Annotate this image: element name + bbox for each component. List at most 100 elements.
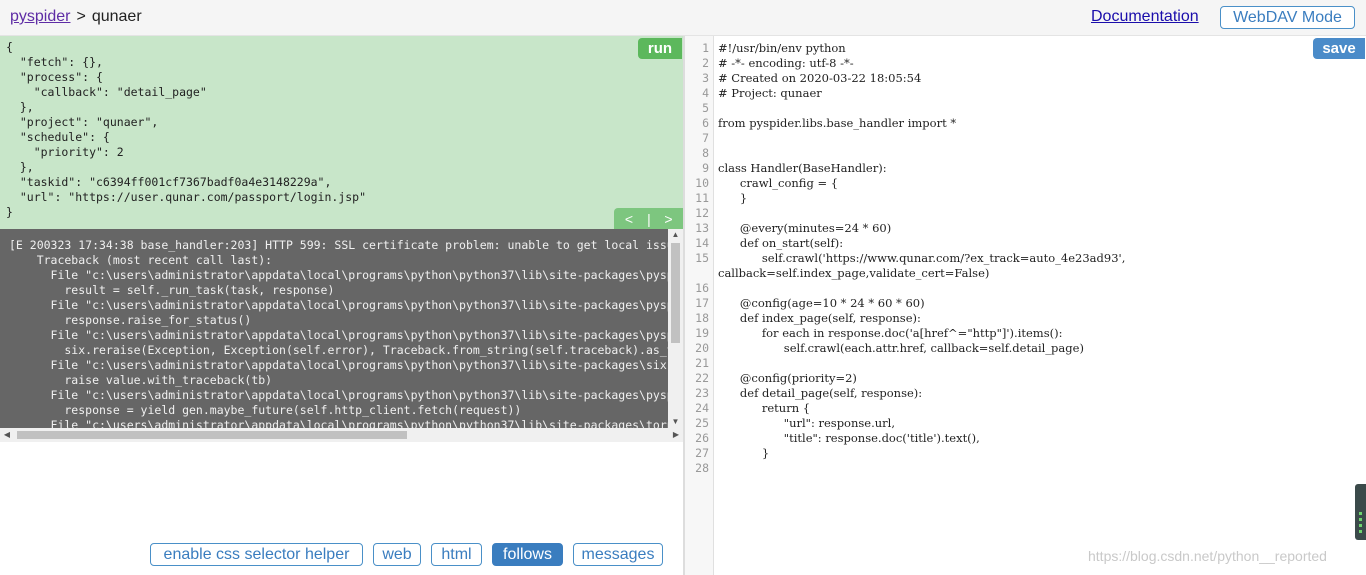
task-json-line: "taskid": "c6394ff001cf7367badf0a4e31482…: [6, 175, 332, 189]
breadcrumb: pyspider > qunaer: [10, 8, 142, 26]
line-number: 15: [695, 251, 709, 265]
line-number: 22: [695, 371, 709, 385]
line-number: 28: [695, 461, 709, 475]
tab-web[interactable]: web: [373, 543, 421, 566]
code-line: from pyspider.libs.base_handler import *: [718, 116, 957, 130]
webdav-mode-button[interactable]: WebDAV Mode: [1220, 6, 1355, 29]
watermark: https://blog.csdn.net/python__reported: [1088, 548, 1327, 564]
log-line: [E 200323 17:34:38 base_handler:203] HTT…: [9, 238, 668, 252]
code-line: self.crawl('https://www.qunar.com/?ex_tr…: [718, 251, 1126, 265]
code-line: # Created on 2020-03-22 18:05:54: [718, 71, 922, 85]
task-json-line: "project": "qunaer",: [6, 115, 159, 129]
scroll-down-arrow-icon[interactable]: ▼: [668, 416, 683, 428]
task-json-line: {: [6, 40, 13, 54]
log-line: raise value.with_traceback(tb): [9, 373, 273, 387]
code-line: self.crawl(each.attr.href, callback=self…: [718, 341, 1084, 355]
log-line: response = yield gen.maybe_future(self.h…: [9, 403, 522, 417]
side-widget-icon[interactable]: [1355, 484, 1366, 540]
line-number-gutter: 1 2 3 4 5 6 7 8 9 10 11 12 13 14 15 16 17 18 19 20 21 22 23 24 2…: [685, 36, 714, 575]
line-number: 10: [695, 176, 709, 190]
task-json-panel[interactable]: { "fetch": {}, "process": { "callback": …: [0, 36, 683, 229]
line-number: 8: [702, 146, 709, 160]
task-json-line: "priority": 2: [6, 145, 124, 159]
log-horizontal-scrollbar[interactable]: ◀ ▶: [0, 428, 683, 442]
line-number: 1: [702, 41, 709, 55]
code-line: def on_start(self):: [718, 236, 844, 250]
log-output-panel[interactable]: [E 200323 17:34:38 base_handler:203] HTT…: [0, 229, 668, 428]
scroll-left-arrow-icon[interactable]: ◀: [0, 428, 14, 442]
save-button[interactable]: save: [1313, 38, 1365, 59]
task-nav: < | >: [614, 208, 683, 229]
log-line: File "c:\users\administrator\appdata\loc…: [50, 328, 668, 342]
line-number: 7: [702, 131, 709, 145]
line-number: 6: [702, 116, 709, 130]
task-json-line: },: [6, 160, 34, 174]
code-line: return {: [718, 401, 811, 415]
line-number: 2: [702, 56, 709, 70]
log-vertical-scrollbar[interactable]: ▲ ▼: [668, 229, 683, 428]
line-number: 4: [702, 86, 709, 100]
log-line: File "c:\users\administrator\appdata\loc…: [50, 298, 668, 312]
tab-follows[interactable]: follows: [492, 543, 563, 566]
log-line: result = self._run_task(task, response): [9, 283, 335, 297]
top-header: pyspider > qunaer Documentation WebDAV Mod…: [0, 0, 1366, 36]
task-json-line: "fetch": {},: [6, 55, 103, 69]
code-line: @every(minutes=24 * 60): [718, 221, 892, 235]
breadcrumb-root-link[interactable]: pyspider: [10, 8, 70, 25]
code-line: def index_page(self, response):: [718, 311, 921, 325]
run-button[interactable]: run: [638, 38, 682, 59]
line-number: 26: [695, 431, 709, 445]
code-line: }: [718, 191, 748, 205]
breadcrumb-separator: >: [76, 8, 86, 25]
line-number: 25: [695, 416, 709, 430]
documentation-link[interactable]: Documentation: [1091, 8, 1199, 26]
code-line: }: [718, 446, 770, 460]
task-json-line: },: [6, 100, 34, 114]
line-number: 13: [695, 221, 709, 235]
log-line: six.reraise(Exception, Exception(self.er…: [64, 343, 668, 357]
line-number: 18: [695, 311, 709, 325]
code-line: # -*- encoding: utf-8 -*-: [718, 56, 854, 70]
log-line: File "c:\users\administrator\appdata\loc…: [50, 268, 668, 282]
code-line: "url": response.url,: [718, 416, 895, 430]
line-number: 23: [695, 386, 709, 400]
task-json-line: }: [6, 205, 13, 219]
line-number: 12: [695, 206, 709, 220]
log-line: response.raise_for_status(): [9, 313, 252, 327]
line-number: 9: [702, 161, 709, 175]
line-number: 19: [695, 326, 709, 340]
scroll-up-arrow-icon[interactable]: ▲: [668, 229, 683, 241]
code-line: #!/usr/bin/env python: [718, 41, 846, 55]
log-line: File "c:\users\administrator\appdata\loc…: [50, 388, 668, 402]
project-name: qunaer: [91, 8, 142, 25]
code-line: @config(priority=2): [718, 371, 857, 385]
code-line: "title": response.doc('title').text(),: [718, 431, 980, 445]
previous-task-button[interactable]: <: [614, 211, 644, 227]
tab-messages[interactable]: messages: [573, 543, 663, 566]
line-number: 14: [695, 236, 709, 250]
task-json-line: "callback": "detail_page": [6, 85, 207, 99]
task-json-line: "url": "https://user.qunar.com/passport/…: [6, 190, 367, 204]
code-line: crawl_config = {: [718, 176, 839, 190]
scroll-thumb[interactable]: [671, 243, 680, 343]
task-json-line: "schedule": {: [6, 130, 110, 144]
next-task-button[interactable]: >: [654, 211, 683, 227]
line-number: 5: [702, 101, 709, 115]
line-number: 3: [702, 71, 709, 85]
code-line: # Project: qunaer: [718, 86, 822, 100]
line-number: 17: [695, 296, 709, 310]
code-line: callback=self.index_page,validate_cert=F…: [718, 266, 990, 280]
scroll-thumb[interactable]: [17, 431, 407, 439]
code-line: def detail_page(self, response):: [718, 386, 923, 400]
task-json-line: "process": {: [6, 70, 103, 84]
code-line: for each in response.doc('a[href^="http"…: [718, 326, 1063, 340]
scroll-right-arrow-icon[interactable]: ▶: [669, 428, 683, 442]
code-line: class Handler(BaseHandler):: [718, 161, 887, 175]
tab-html[interactable]: html: [431, 543, 482, 566]
nav-separator: |: [647, 210, 651, 227]
line-number: 20: [695, 341, 709, 355]
log-line: File "c:\users\administrator\appdata\loc…: [50, 418, 668, 428]
tab-css-selector-helper[interactable]: enable css selector helper: [150, 543, 363, 566]
log-line: Traceback (most recent call last):: [9, 253, 273, 267]
log-line: File "c:\users\administrator\appdata\loc…: [50, 358, 668, 372]
